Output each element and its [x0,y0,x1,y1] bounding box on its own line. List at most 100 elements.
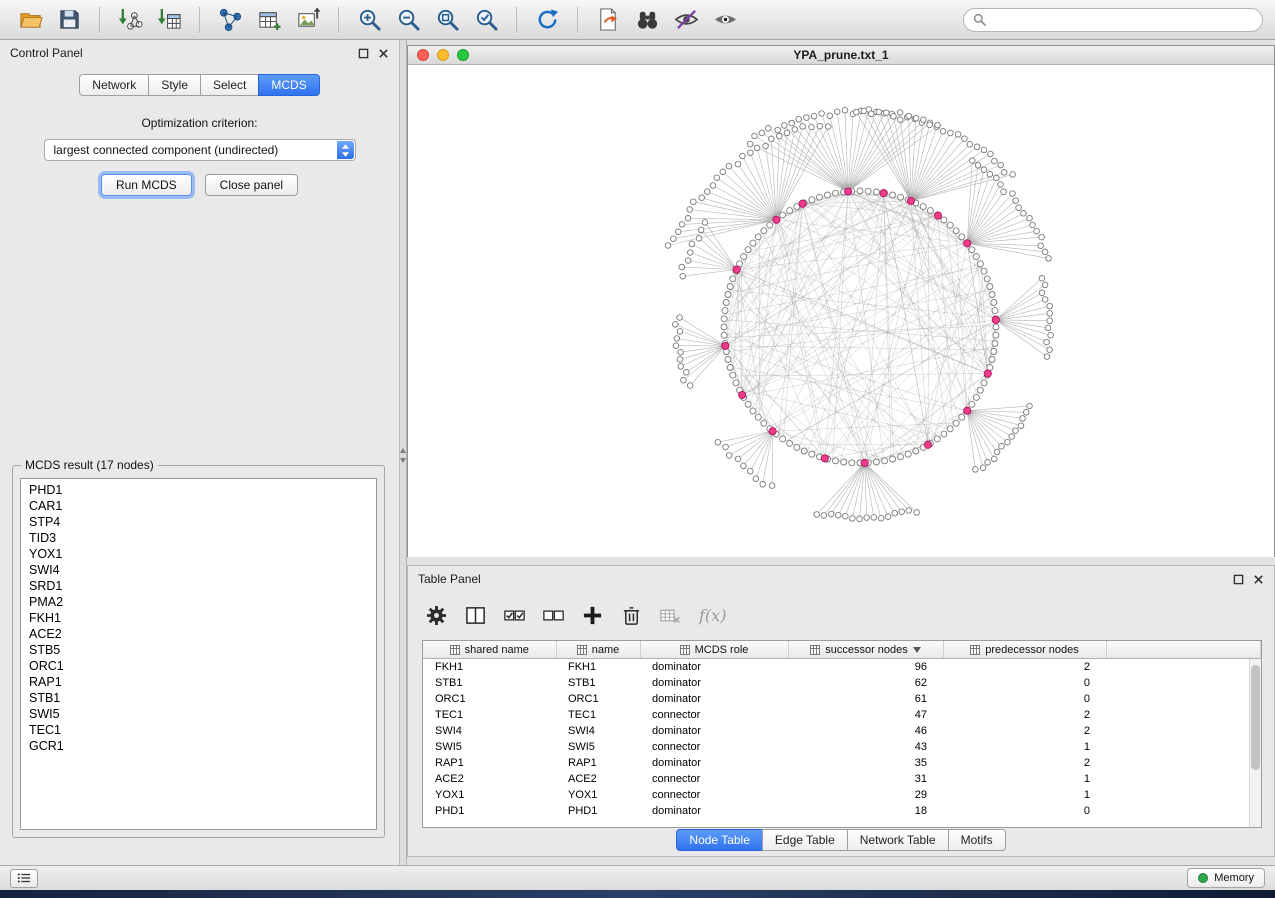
table-panel: Table Panel [407,565,1275,857]
node-table-row[interactable]: SWI5SWI5connector431 [423,739,1261,755]
column-header-shared-name[interactable]: shared name [423,641,556,659]
mcds-result-item[interactable]: ACE2 [21,626,376,642]
new-table-button[interactable] [251,4,287,36]
toolbar-separator [516,7,517,33]
column-header-successor-nodes[interactable]: successor nodes [788,641,943,659]
run-mcds-button[interactable]: Run MCDS [101,174,192,196]
control-panel-tabs: Network Style Select MCDS [0,74,399,96]
window-controls [417,49,469,61]
refresh-view-button[interactable] [529,4,565,36]
dropdown-stepper-icon [337,141,354,159]
tab-edge-table[interactable]: Edge Table [762,829,848,851]
mcds-result-item[interactable]: RAP1 [21,674,376,690]
close-panel-icon[interactable] [1253,574,1264,585]
mcds-result-item[interactable]: GCR1 [21,738,376,754]
zoom-out-button[interactable] [390,4,426,36]
import-network-button[interactable] [112,4,148,36]
node-table-row[interactable]: TEC1TEC1connector472 [423,707,1261,723]
mcds-result-item[interactable]: PHD1 [21,482,376,498]
delete-table-button[interactable] [660,605,681,626]
mcds-result-item[interactable]: CAR1 [21,498,376,514]
zoom-fit-button[interactable] [429,4,465,36]
mcds-result-item[interactable]: PMA2 [21,594,376,610]
splitter-expand-icon[interactable] [400,458,406,463]
search-network-button[interactable] [629,4,665,36]
scrollbar-thumb[interactable] [1251,665,1260,770]
node-table-row[interactable]: ORC1ORC1dominator610 [423,691,1261,707]
import-table-button[interactable] [151,4,187,36]
optimization-criterion-select[interactable]: largest connected component (undirected) [44,139,356,161]
desktop-background [0,890,1275,898]
tab-mcds[interactable]: MCDS [258,74,319,96]
float-panel-icon[interactable] [358,48,369,59]
mcds-result-groupbox: MCDS result (17 nodes) PHD1CAR1STP4TID3Y… [12,465,385,838]
window-minimize-icon[interactable] [437,49,449,61]
open-file-button[interactable] [12,4,48,36]
search-input[interactable] [992,12,1253,28]
node-table-row[interactable]: ACE2ACE2connector311 [423,771,1261,787]
node-table-row[interactable]: STB1STB1dominator620 [423,675,1261,691]
node-table-row[interactable]: YOX1YOX1connector291 [423,787,1261,803]
export-image-button[interactable] [290,4,326,36]
workspace: Control Panel Network Style Select MCDS … [0,40,1275,865]
mcds-result-list[interactable]: PHD1CAR1STP4TID3YOX1SWI4SRD1PMA2FKH1ACE2… [20,478,377,830]
mcds-result-item[interactable]: YOX1 [21,546,376,562]
zoom-in-button[interactable] [351,4,387,36]
mcds-result-item[interactable]: TEC1 [21,722,376,738]
select-all-button[interactable] [504,605,525,626]
tab-style[interactable]: Style [148,74,201,96]
zoom-in-icon [357,7,382,32]
show-details-button[interactable] [707,4,743,36]
table-options-button[interactable] [426,605,447,626]
hide-details-button[interactable] [668,4,704,36]
tab-node-table[interactable]: Node Table [676,829,763,851]
share-document-button[interactable] [590,4,626,36]
column-header-mcds-role[interactable]: MCDS role [640,641,788,659]
mcds-result-item[interactable]: STB5 [21,642,376,658]
close-panel-icon[interactable] [378,48,389,59]
node-table-row[interactable]: PHD1PHD1dominator180 [423,803,1261,819]
search-box[interactable] [963,8,1263,32]
node-table-row[interactable]: FKH1FKH1dominator962 [423,659,1261,676]
tab-network-table[interactable]: Network Table [847,829,949,851]
delete-column-button[interactable] [621,605,642,626]
create-column-button[interactable] [582,605,603,626]
tab-motifs[interactable]: Motifs [948,829,1006,851]
mcds-result-item[interactable]: ORC1 [21,658,376,674]
mcds-result-item[interactable]: STP4 [21,514,376,530]
table-scrollbar[interactable] [1249,659,1261,827]
mcds-result-item[interactable]: FKH1 [21,610,376,626]
column-header-name[interactable]: name [556,641,640,659]
tab-network[interactable]: Network [79,74,149,96]
window-close-icon[interactable] [417,49,429,61]
new-network-button[interactable] [212,4,248,36]
vertical-splitter[interactable] [400,40,407,865]
memory-button[interactable]: Memory [1187,868,1265,888]
mcds-result-title: MCDS result (17 nodes) [21,458,158,472]
show-columns-button[interactable] [465,605,486,626]
deselect-all-button[interactable] [543,605,564,626]
node-table-row[interactable]: RAP1RAP1dominator352 [423,755,1261,771]
tab-select[interactable]: Select [200,74,259,96]
zoom-selected-button[interactable] [468,4,504,36]
column-type-icon [810,645,820,655]
column-header-predecessor-nodes[interactable]: predecessor nodes [943,641,1106,659]
mcds-result-item[interactable]: SRD1 [21,578,376,594]
window-zoom-icon[interactable] [457,49,469,61]
function-builder-icon[interactable]: f(x) [699,606,726,625]
splitter-collapse-icon[interactable] [400,448,406,453]
mcds-result-item[interactable]: SWI5 [21,706,376,722]
network-graph[interactable] [408,65,1274,557]
save-session-button[interactable] [51,4,87,36]
control-panel: Control Panel Network Style Select MCDS … [0,40,400,865]
binoculars-icon [635,7,660,32]
node-table-row[interactable]: SWI4SWI4dominator462 [423,723,1261,739]
task-history-button[interactable] [10,869,38,888]
mcds-result-item[interactable]: SWI4 [21,562,376,578]
network-window-titlebar[interactable]: YPA_prune.txt_1 [408,46,1274,65]
mcds-result-item[interactable]: STB1 [21,690,376,706]
eye-icon [713,7,738,32]
mcds-result-item[interactable]: TID3 [21,530,376,546]
close-panel-button[interactable]: Close panel [205,174,298,196]
float-panel-icon[interactable] [1233,574,1244,585]
